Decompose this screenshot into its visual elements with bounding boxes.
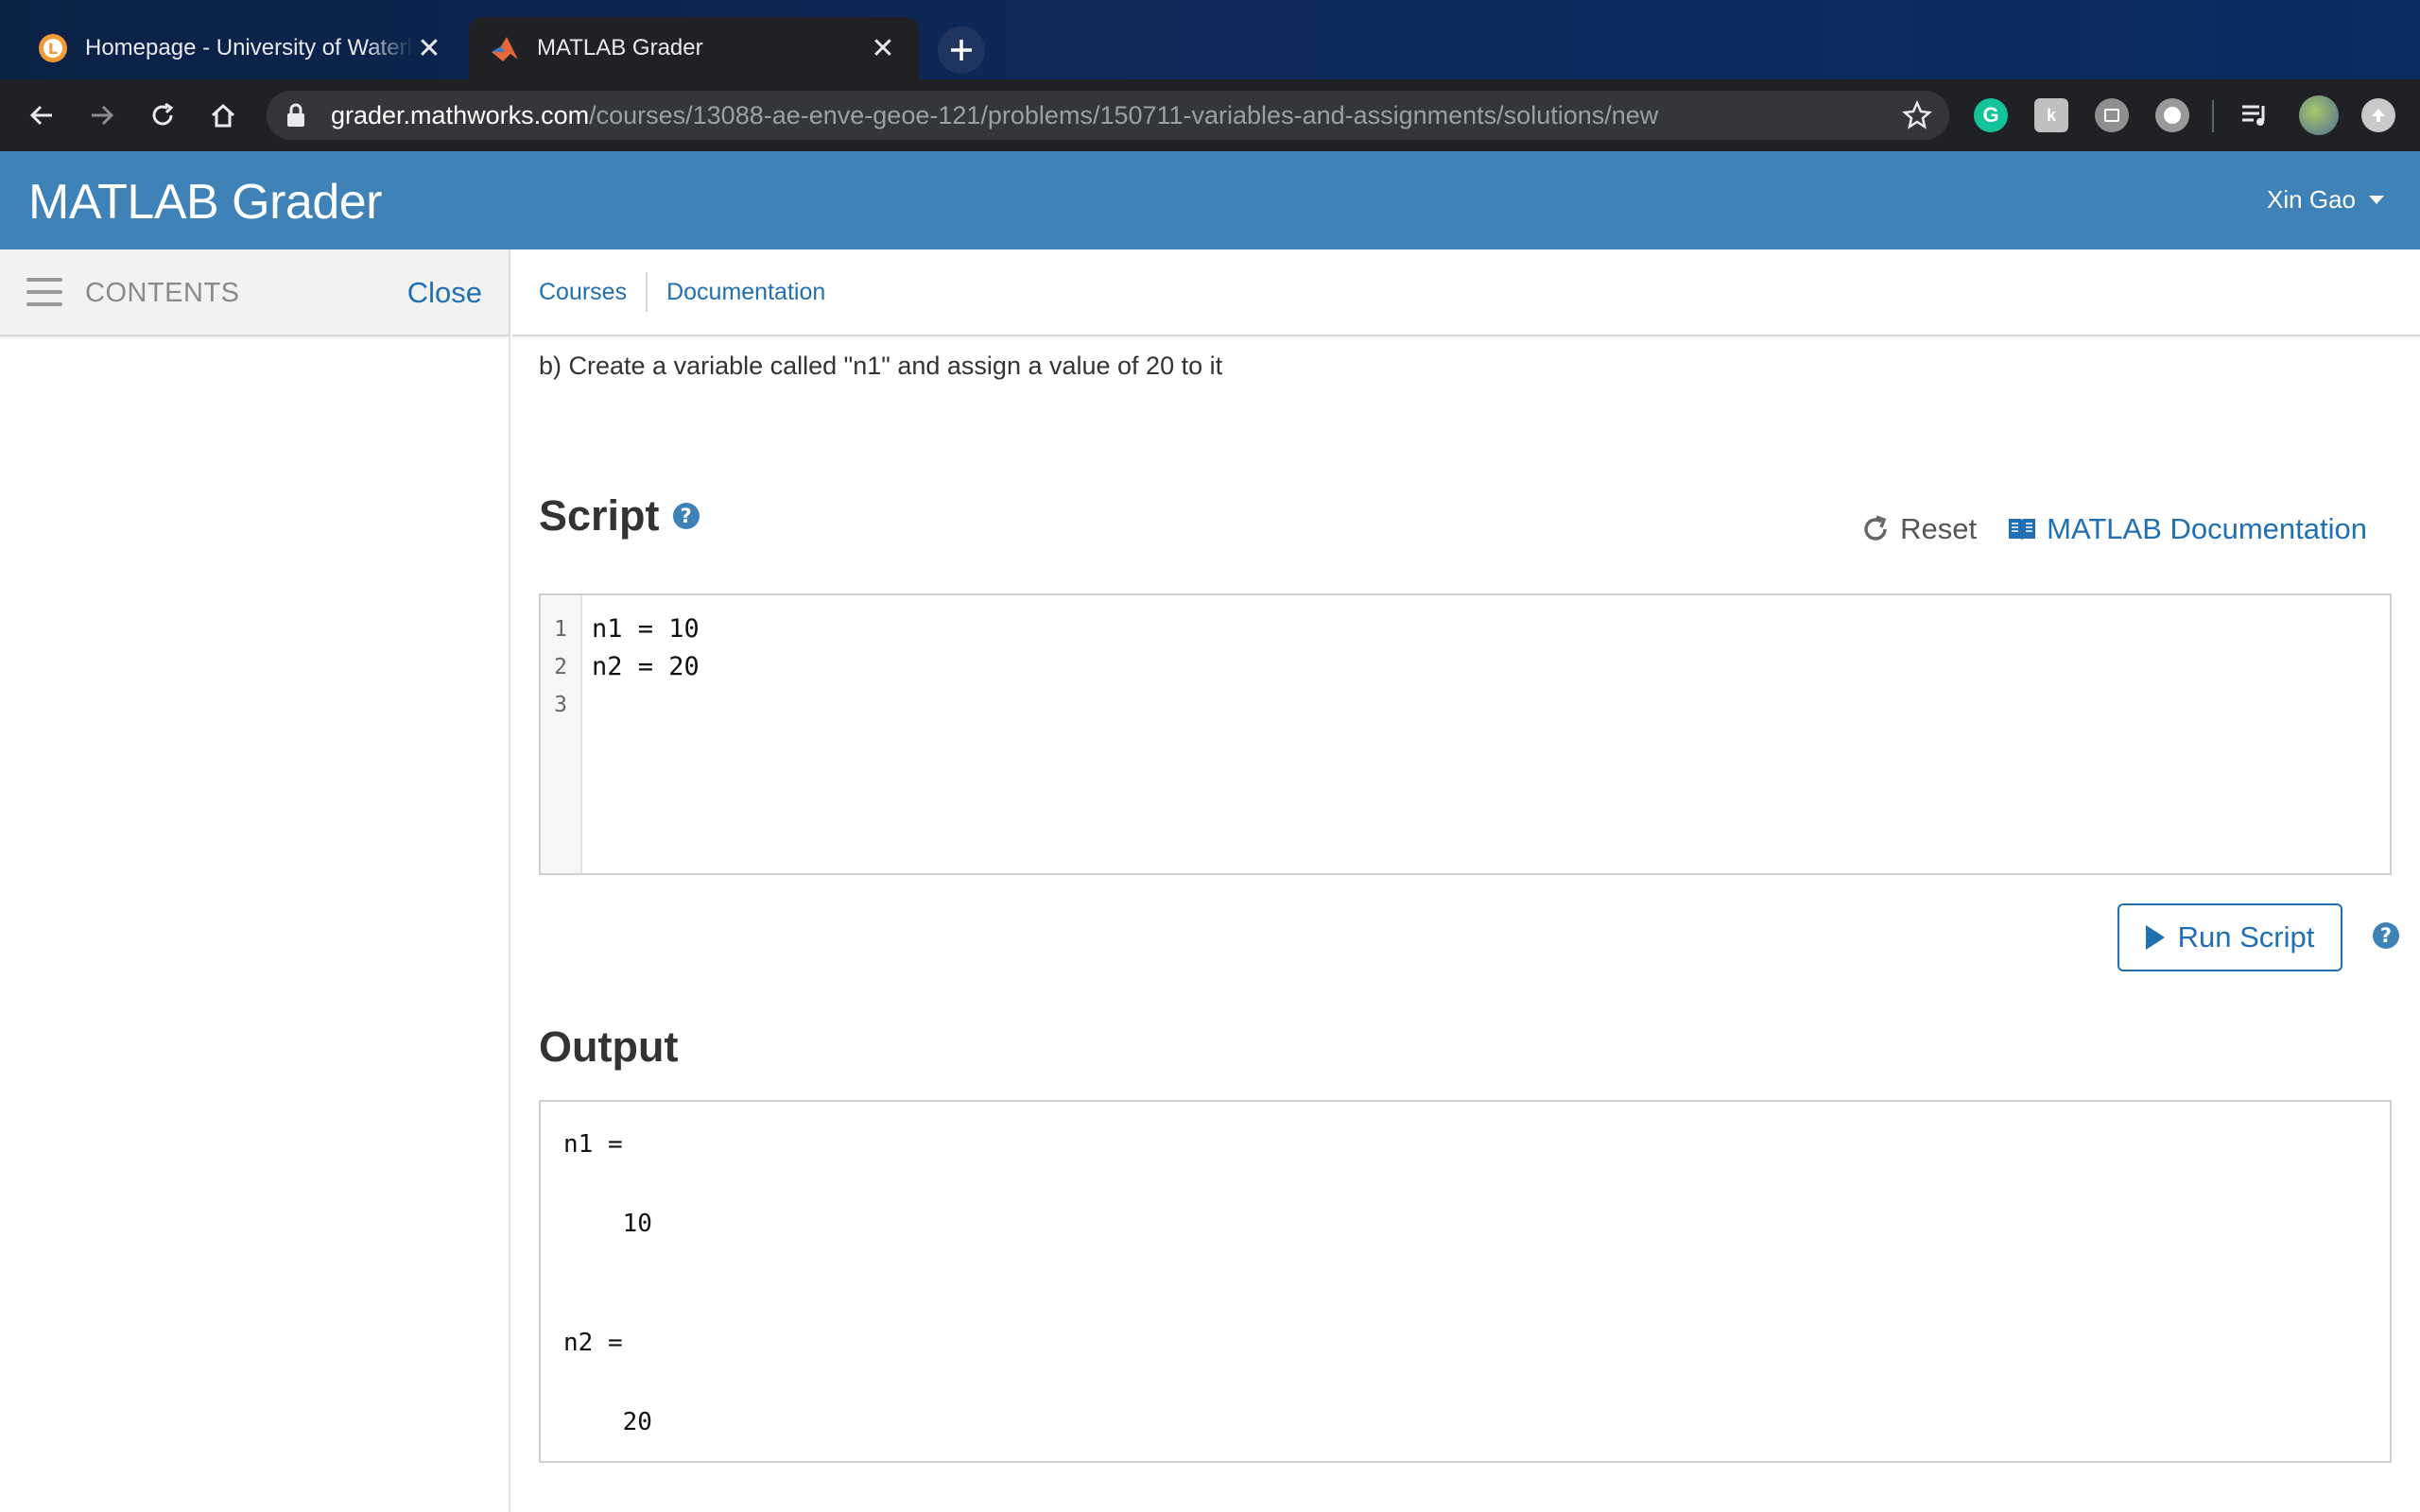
browser-tab-strip: L Homepage - University of Waterloo ✕ MA… bbox=[0, 0, 2420, 79]
svg-text:L: L bbox=[48, 40, 58, 58]
code-line[interactable]: n2 = 20 bbox=[592, 648, 2390, 686]
home-button[interactable] bbox=[200, 93, 246, 138]
app-title: MATLAB Grader bbox=[28, 175, 382, 230]
arrow-right-icon bbox=[92, 105, 114, 126]
forward-button[interactable] bbox=[79, 93, 125, 138]
problem-instruction: b) Create a variable called "n1" and ass… bbox=[539, 352, 1223, 380]
run-script-button[interactable]: Run Script bbox=[2118, 903, 2342, 971]
code-line[interactable]: n1 = 10 bbox=[592, 610, 2390, 648]
arrow-left-icon bbox=[29, 105, 52, 126]
output-panel: n1 = 10 n2 = 20 bbox=[539, 1100, 2392, 1463]
script-title: Script bbox=[539, 491, 660, 540]
toolbar-divider bbox=[2212, 100, 2214, 132]
tab-title: Homepage - University of Waterloo bbox=[85, 35, 414, 60]
help-icon[interactable]: ? bbox=[672, 503, 700, 529]
line-number: 2 bbox=[554, 655, 567, 679]
sidebar-header: CONTENTS Close bbox=[0, 249, 509, 336]
output-line: 20 bbox=[563, 1408, 652, 1436]
plus-icon bbox=[951, 40, 972, 60]
documentation-link[interactable]: Documentation bbox=[666, 279, 825, 306]
script-actions: Reset MATLAB Documentation bbox=[1860, 512, 2367, 546]
media-queue-icon[interactable] bbox=[2238, 98, 2273, 132]
help-icon[interactable]: ? bbox=[2373, 922, 2399, 949]
code-line[interactable] bbox=[592, 686, 2390, 724]
caret-down-icon bbox=[2369, 196, 2384, 204]
script-heading: Script ? bbox=[539, 491, 700, 541]
contents-label: CONTENTS bbox=[85, 278, 240, 308]
reset-button[interactable]: Reset bbox=[1860, 512, 1977, 546]
output-line: 10 bbox=[563, 1210, 652, 1238]
app-header: MATLAB Grader Xin Gao bbox=[0, 151, 2420, 249]
line-number: 3 bbox=[554, 693, 567, 717]
browser-toolbar: grader.mathworks.com/courses/13088-ae-en… bbox=[0, 79, 2420, 151]
profile-avatar[interactable] bbox=[2299, 95, 2339, 135]
update-icon[interactable] bbox=[2361, 98, 2395, 132]
url-path: /courses/13088-ae-enve-geoe-121/problems… bbox=[589, 100, 1659, 129]
circle-extension-icon[interactable] bbox=[2155, 98, 2189, 132]
back-button[interactable] bbox=[19, 93, 64, 138]
close-icon[interactable]: ✕ bbox=[868, 33, 898, 64]
output-title: Output bbox=[539, 1022, 679, 1071]
breadcrumb-divider bbox=[646, 272, 648, 312]
extension-icon[interactable]: k bbox=[2034, 98, 2068, 132]
tab-title: MATLAB Grader bbox=[537, 35, 703, 60]
lock-icon bbox=[285, 101, 314, 129]
contents-sidebar: CONTENTS Close bbox=[0, 249, 510, 1512]
url-host: grader.mathworks.com bbox=[331, 100, 590, 129]
grammarly-icon[interactable]: G bbox=[1974, 98, 2008, 132]
new-tab-button[interactable] bbox=[938, 26, 985, 74]
home-icon bbox=[211, 103, 235, 128]
reload-icon bbox=[152, 102, 174, 126]
tab-university-homepage[interactable]: L Homepage - University of Waterloo ✕ bbox=[17, 17, 465, 79]
reset-icon bbox=[1864, 515, 1887, 541]
address-bar[interactable]: grader.mathworks.com/courses/13088-ae-en… bbox=[267, 91, 1949, 140]
user-menu[interactable]: Xin Gao bbox=[2267, 185, 2384, 215]
output-line: n2 = bbox=[563, 1329, 623, 1357]
script-editor[interactable]: 1 2 3 n1 = 10 n2 = 20 bbox=[539, 593, 2392, 875]
bookmark-star-icon[interactable] bbox=[1902, 99, 1932, 137]
learn-icon: L bbox=[38, 33, 68, 63]
doc-label: MATLAB Documentation bbox=[2047, 512, 2367, 545]
close-sidebar-link[interactable]: Close bbox=[407, 276, 482, 310]
run-script-label: Run Script bbox=[2177, 920, 2315, 954]
code-area[interactable]: n1 = 10 n2 = 20 bbox=[582, 595, 2390, 873]
line-number-gutter: 1 2 3 bbox=[541, 595, 582, 873]
user-name: Xin Gao bbox=[2267, 185, 2356, 214]
reload-button[interactable] bbox=[140, 93, 185, 138]
matlab-documentation-button[interactable]: MATLAB Documentation bbox=[2007, 512, 2367, 546]
main-content: Courses Documentation b) Create a variab… bbox=[512, 249, 2420, 1512]
line-number: 1 bbox=[554, 617, 567, 642]
hamburger-menu-icon[interactable] bbox=[26, 278, 62, 306]
courses-link[interactable]: Courses bbox=[539, 279, 627, 306]
book-icon bbox=[2009, 519, 2036, 541]
output-heading: Output bbox=[539, 1022, 678, 1072]
calendar-extension-icon[interactable] bbox=[2095, 98, 2129, 132]
close-icon[interactable]: ✕ bbox=[414, 33, 444, 64]
tab-matlab-grader[interactable]: MATLAB Grader ✕ bbox=[469, 17, 919, 79]
play-icon bbox=[2145, 925, 2165, 950]
reset-label: Reset bbox=[1900, 512, 1978, 545]
output-line: n1 = bbox=[563, 1130, 623, 1159]
matlab-icon bbox=[490, 33, 520, 63]
breadcrumb: Courses Documentation bbox=[512, 249, 2420, 336]
